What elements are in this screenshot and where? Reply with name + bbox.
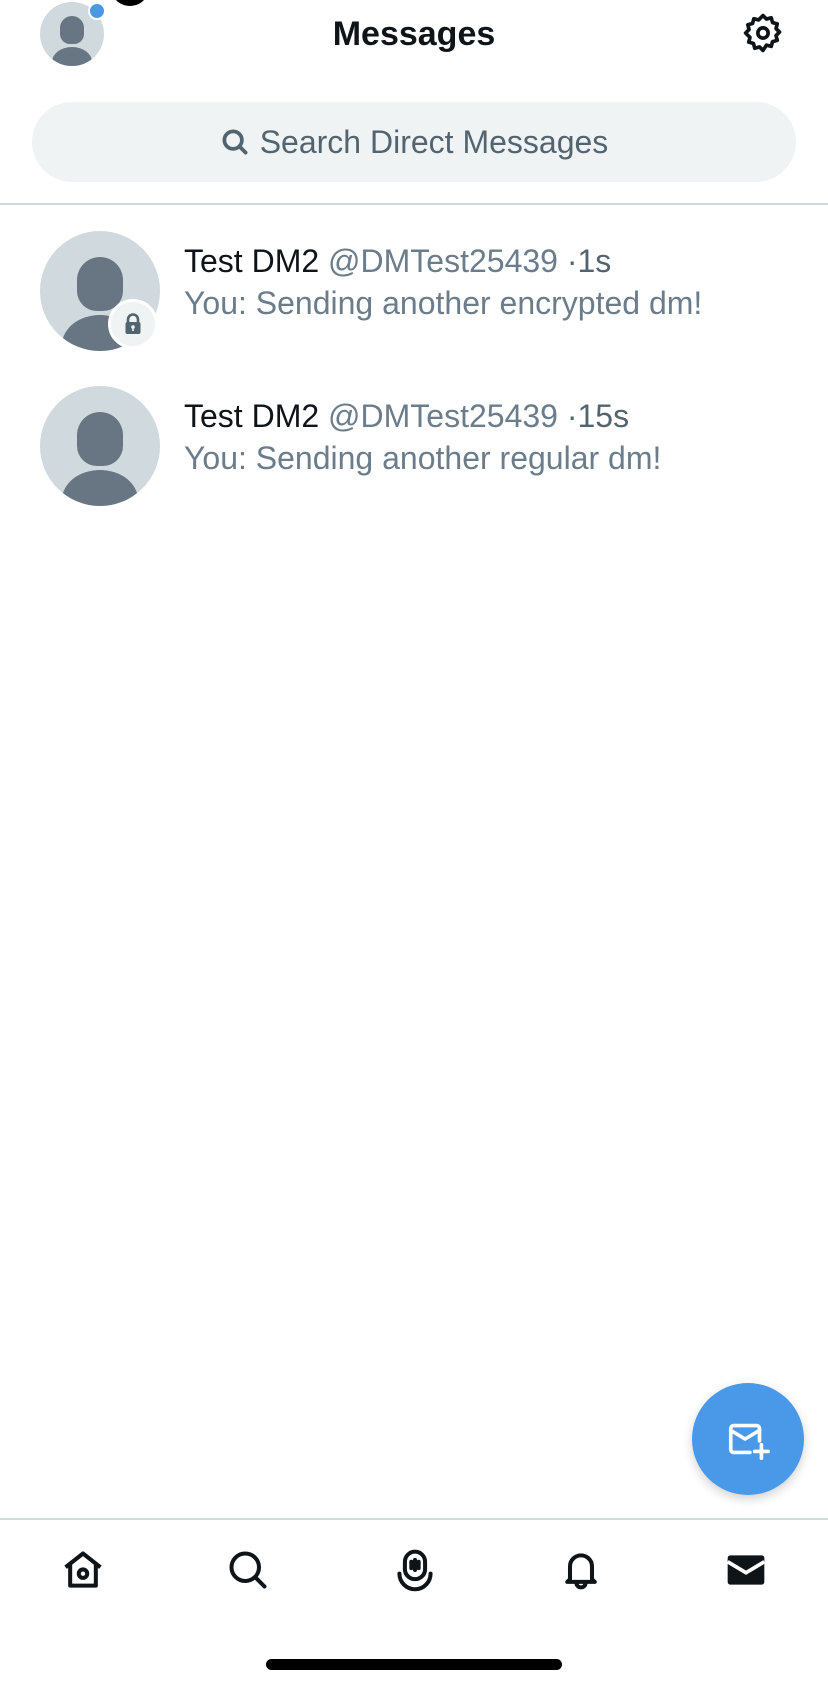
conversation-item[interactable]: Test DM2 @DMTest25439 ·15s You: Sending … xyxy=(0,386,828,536)
contact-name: Test DM2 xyxy=(184,398,320,434)
avatar-head-shape xyxy=(77,412,123,466)
search-icon xyxy=(222,129,248,155)
search-icon xyxy=(229,1551,267,1589)
bottom-nav-divider xyxy=(0,1518,828,1520)
settings-button[interactable] xyxy=(740,10,786,56)
header-divider xyxy=(0,203,828,205)
contact-handle: @DMTest25439 xyxy=(328,243,558,279)
spaces-icon xyxy=(397,1549,433,1592)
bottom-nav xyxy=(0,1540,828,1600)
bell-icon xyxy=(565,1553,597,1590)
conversation-header: Test DM2 @DMTest25439 ·15s xyxy=(184,396,629,436)
nav-messages[interactable] xyxy=(716,1540,776,1600)
home-indicator[interactable] xyxy=(266,1659,562,1670)
nav-spaces[interactable] xyxy=(385,1540,445,1600)
nav-search[interactable] xyxy=(218,1540,278,1600)
nav-home[interactable] xyxy=(53,1540,113,1600)
search-placeholder: Search Direct Messages xyxy=(259,123,609,160)
status-bar-remnant xyxy=(113,0,147,6)
separator-dot: · xyxy=(566,398,578,434)
lock-icon xyxy=(125,313,141,334)
mail-icon xyxy=(726,1555,766,1585)
encrypted-badge xyxy=(108,299,158,349)
timestamp: 15s xyxy=(577,398,630,434)
conversation-avatar xyxy=(40,386,160,506)
new-message-icon xyxy=(728,1423,770,1460)
conversation-item[interactable]: Test DM2 @DMTest25439 ·1s You: Sending a… xyxy=(0,231,828,381)
gear-icon xyxy=(743,13,782,53)
avatar-body-shape xyxy=(62,470,138,506)
new-message-button[interactable] xyxy=(692,1383,804,1495)
message-preview: You: Sending another regular dm! xyxy=(184,440,662,476)
separator-dot: · xyxy=(566,243,578,279)
search-direct-messages-input[interactable]: Search Direct Messages xyxy=(32,102,796,182)
contact-name: Test DM2 xyxy=(184,243,320,279)
avatar-head-shape xyxy=(77,257,123,311)
timestamp: 1s xyxy=(577,243,612,279)
conversation-header: Test DM2 @DMTest25439 ·1s xyxy=(184,241,611,281)
nav-notifications[interactable] xyxy=(551,1540,611,1600)
contact-handle: @DMTest25439 xyxy=(328,398,558,434)
page-title: Messages xyxy=(332,15,496,53)
home-icon xyxy=(64,1551,102,1588)
message-preview: You: Sending another encrypted dm! xyxy=(184,285,703,321)
